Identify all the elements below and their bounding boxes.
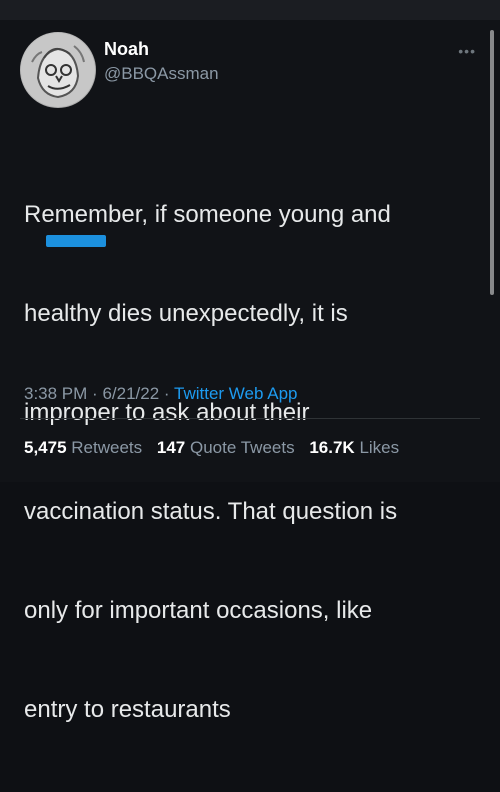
tweet-line: vaccination status. That question is: [24, 498, 398, 525]
retweets-stat[interactable]: 5,475 Retweets: [24, 438, 147, 457]
scrollbar[interactable]: [490, 30, 494, 295]
quote-tweets-stat[interactable]: 147 Quote Tweets: [157, 438, 299, 457]
likes-count: 16.7K: [309, 438, 355, 457]
more-icon[interactable]: •••: [458, 43, 476, 59]
top-band: [0, 0, 500, 20]
tweet-date[interactable]: 6/21/22: [102, 384, 159, 403]
redaction-scribble: [46, 235, 106, 247]
retweets-label: Retweets: [71, 438, 143, 457]
tweet-line: healthy dies unexpectedly, it is: [24, 300, 348, 327]
tweet-source[interactable]: Twitter Web App: [174, 384, 297, 403]
divider: [20, 418, 480, 419]
user-handle[interactable]: @BBQAssman: [104, 64, 219, 84]
likes-label: Likes: [359, 438, 400, 457]
tweet-card: Noah @BBQAssman ••• Remember, if someone…: [0, 20, 500, 723]
meta-separator: ·: [92, 384, 98, 403]
likes-stat[interactable]: 16.7K Likes: [309, 438, 399, 457]
meta-separator: ·: [163, 384, 170, 403]
retweets-count: 5,475: [24, 438, 67, 457]
avatar-image: [21, 33, 95, 107]
tweet-line: only for important occasions, like: [24, 597, 373, 624]
quote-tweets-label: Quote Tweets: [190, 438, 295, 457]
tweet-stats: 5,475 Retweets 147 Quote Tweets 16.7K Li…: [24, 438, 409, 458]
display-name[interactable]: Noah: [104, 39, 149, 60]
avatar[interactable]: [20, 32, 96, 108]
tweet-text: Remember, if someone young and healthy d…: [24, 132, 474, 792]
tweet-meta: 3:38 PM · 6/21/22 · Twitter Web App: [24, 384, 297, 404]
quote-tweets-count: 147: [156, 438, 186, 457]
tweet-line: Remember, if someone young and: [24, 201, 391, 228]
tweet-time[interactable]: 3:38 PM: [24, 384, 87, 403]
tweet-line: entry to restaurants: [24, 696, 231, 723]
